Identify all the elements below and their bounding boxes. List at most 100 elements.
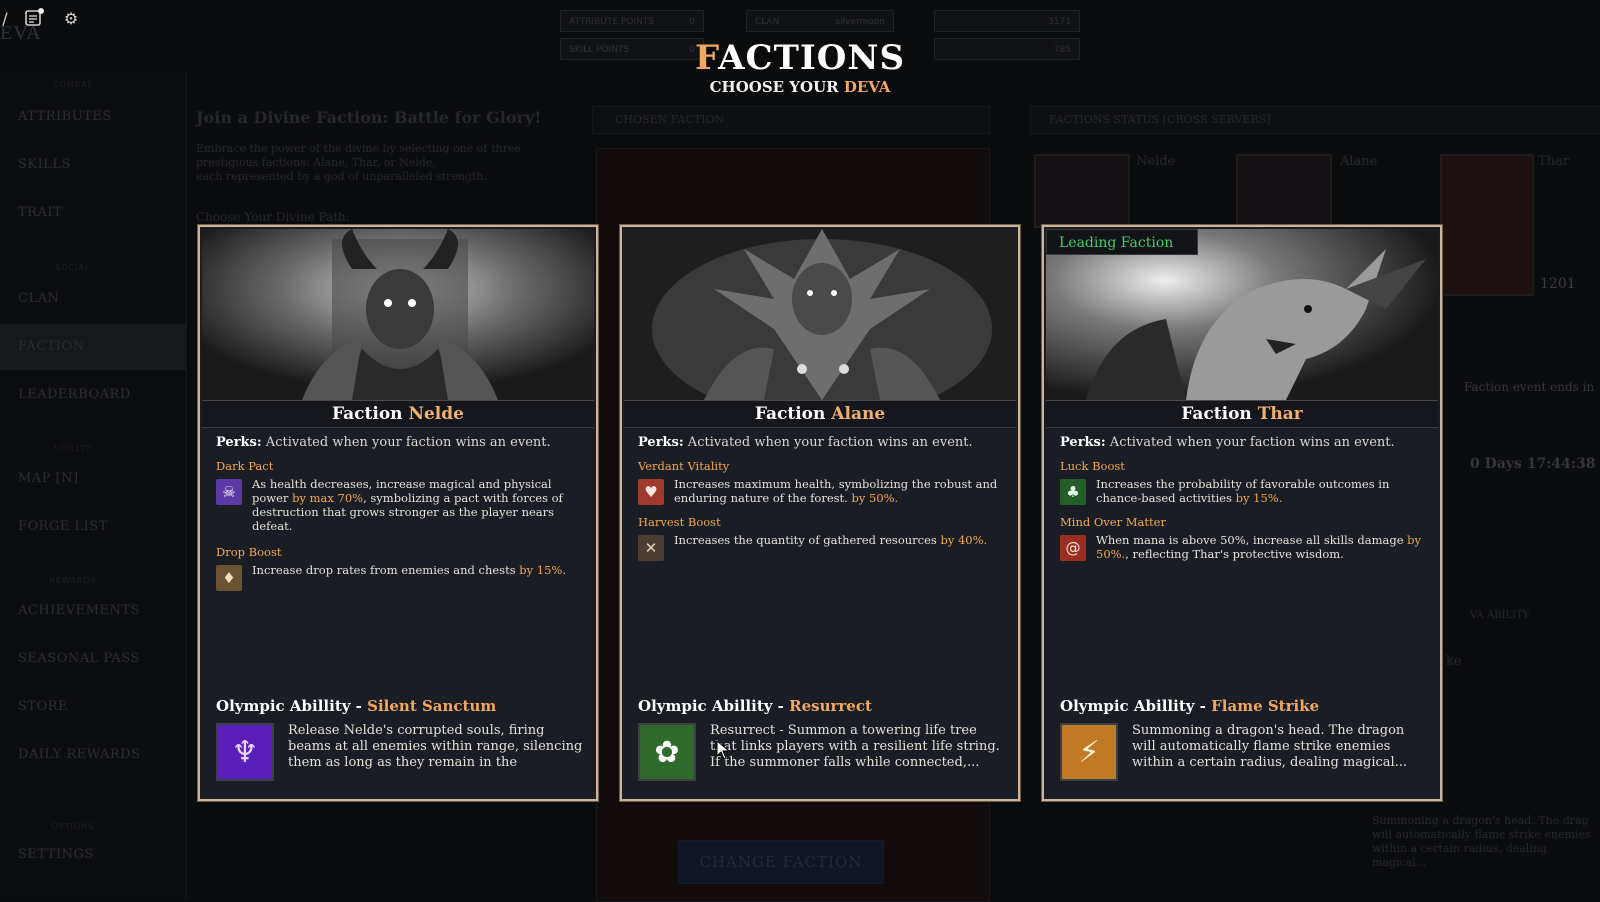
- faction-card-alane[interactable]: Faction Alane Perks: Activated when your…: [620, 225, 1020, 801]
- stat-value: silvermoon: [835, 17, 885, 27]
- perk-desc: Increases maximum health, symbolizing th…: [674, 477, 1004, 505]
- ability-desc: Summoning a dragon's head. The dragon wi…: [1132, 723, 1408, 770]
- bg-ability-label: VA ABILITY: [1470, 610, 1530, 621]
- sidebar: COMBAT ATTRIBUTES SKILLS TRAIT SOCIAL CL…: [0, 70, 187, 900]
- faction-card-nelde[interactable]: Faction Nelde Perks: Activated when your…: [198, 225, 598, 801]
- status-portrait-thar: [1440, 154, 1534, 296]
- perk-name: Harvest Boost: [638, 515, 721, 529]
- bg-desc-line: Summoning a dragon's head. The drag: [1372, 814, 1589, 827]
- ability-name: Resurrect: [789, 697, 872, 715]
- perk-highlight: by 40%.: [940, 533, 988, 547]
- sidebar-item-store[interactable]: STORE: [0, 684, 186, 730]
- sidebar-group-social: SOCIAL: [55, 263, 91, 272]
- card-title-prefix: Faction: [754, 404, 832, 424]
- perk-highlight: by max 70%: [292, 491, 364, 505]
- perk-desc-text: When mana is above 50%, increase all ski…: [1096, 533, 1408, 547]
- sidebar-group-options: OPTIONS: [51, 822, 95, 831]
- sidebar-item-clan[interactable]: CLAN: [0, 276, 186, 322]
- sidebar-item-faction[interactable]: FACTION: [0, 324, 186, 370]
- sidebar-group-rewards: REWARDS: [49, 576, 97, 585]
- event-ends-label: Faction event ends in: [1464, 380, 1595, 394]
- crossed-tools-icon: ✕: [638, 535, 664, 561]
- status-portrait-alane: [1236, 154, 1332, 228]
- bg-ability-desc: Summoning a dragon's head. The drag will…: [1372, 814, 1600, 870]
- bg-desc-line: within a certain radius, dealing magical…: [1372, 842, 1547, 869]
- chosen-faction-header: CHOSEN FACTION: [592, 106, 990, 134]
- sidebar-item-map[interactable]: MAP [N]: [0, 456, 186, 502]
- perk-desc: Increase drop rates from enemies and che…: [252, 563, 566, 577]
- attribute-points-stat: ATTRIBUTE POINTS 0: [560, 10, 704, 32]
- bg-desc-line: will automatically flame strike enemies: [1372, 828, 1591, 841]
- heart-icon: ♥: [638, 479, 664, 505]
- perk-desc-text: , reflecting Thar's protective wisdom.: [1125, 547, 1344, 561]
- status-name-thar: Thar: [1538, 154, 1570, 169]
- perks-text: Activated when your faction wins an even…: [683, 435, 973, 450]
- olympic-ability-title: Olympic Abillity - Silent Sanctum: [216, 697, 582, 715]
- perk-desc: Increases the probability of favorable o…: [1096, 477, 1426, 505]
- perk-highlight: by 50%.: [851, 491, 899, 505]
- sidebar-item-seasonal-pass[interactable]: SEASONAL PASS: [0, 636, 186, 682]
- change-faction-button[interactable]: CHANGE FACTION: [678, 840, 884, 884]
- treant-guardian-portrait: [624, 229, 1016, 400]
- perks-label: Perks:: [1060, 435, 1106, 450]
- corrupted-soul-icon[interactable]: ♆: [216, 723, 274, 781]
- sidebar-item-settings[interactable]: SETTINGS: [0, 832, 186, 878]
- gear-icon[interactable]: ⚙: [60, 8, 82, 30]
- leading-faction-badge: Leading Faction: [1046, 229, 1198, 255]
- perk-desc: When mana is above 50%, increase all ski…: [1096, 533, 1426, 561]
- page-subtitle: CHOOSE YOUR DEVA: [0, 78, 1600, 96]
- title-rest: ACTIONS: [718, 38, 906, 78]
- status-name-nelde: Nelde: [1136, 154, 1176, 169]
- page-title: FACTIONS: [0, 38, 1600, 78]
- horned-demon-king-portrait: [202, 229, 594, 400]
- join-heading: Join a Divine Faction: Battle for Glory!: [196, 108, 542, 127]
- card-title-prefix: Faction: [332, 404, 409, 424]
- faction-name: Nelde: [408, 404, 464, 424]
- faction-card-thar[interactable]: Leading Faction Faction Thar Perks: Acti…: [1042, 225, 1442, 801]
- faction-name: Alane: [831, 404, 886, 424]
- card-title-prefix: Faction: [1181, 404, 1258, 424]
- life-tree-icon[interactable]: ✿: [638, 723, 696, 781]
- ability-prefix: Olympic Abillity -: [1060, 697, 1212, 715]
- perk-desc: Increases the quantity of gathered resou…: [674, 533, 987, 547]
- intro-line: Embrace the power of the divine by selec…: [196, 142, 521, 155]
- ability-name: Silent Sanctum: [367, 697, 497, 715]
- olympic-ability-title: Olympic Abillity - Resurrect: [638, 697, 1004, 715]
- perk-name: Luck Boost: [1060, 459, 1125, 473]
- mouse-cursor-icon: [716, 740, 730, 760]
- sidebar-item-attributes[interactable]: ATTRIBUTES: [0, 94, 186, 140]
- gold-stat: 3171: [934, 10, 1080, 32]
- perks-line: Perks: Activated when your faction wins …: [216, 435, 582, 450]
- perks-text: Activated when your faction wins an even…: [1105, 435, 1395, 450]
- perk-desc-text: Increase drop rates from enemies and che…: [252, 563, 520, 577]
- sidebar-item-achievements[interactable]: ACHIEVEMENTS: [0, 588, 186, 634]
- olympic-ability: ✿ Resurrect - Summon a towering life tre…: [638, 723, 1006, 781]
- perks-line: Perks: Activated when your faction wins …: [1060, 435, 1426, 450]
- claw-slash-icon[interactable]: ⚡: [1060, 723, 1118, 781]
- loot-sack-icon: ♦: [216, 565, 242, 591]
- perk-desc-text: Increases the quantity of gathered resou…: [674, 533, 941, 547]
- stat-label: ATTRIBUTE POINTS: [569, 17, 655, 27]
- sidebar-item-leaderboard[interactable]: LEADERBOARD: [0, 372, 186, 418]
- perk-mind-over-matter: Mind Over Matter @ When mana is above 50…: [1060, 515, 1426, 561]
- perk-luck-boost: Luck Boost ♣ Increases the probability o…: [1060, 459, 1426, 505]
- ability-name: Flame Strike: [1211, 697, 1320, 715]
- sidebar-item-skills[interactable]: SKILLS: [0, 142, 186, 188]
- ability-prefix: Olympic Abillity -: [216, 697, 368, 715]
- sidebar-item-trait[interactable]: TRAIT: [0, 190, 186, 236]
- perks-text: Activated when your faction wins an even…: [261, 435, 551, 450]
- sidebar-group-combat: COMBAT: [52, 80, 93, 89]
- perk-highlight: by 15%: [519, 563, 563, 577]
- sidebar-item-daily-rewards[interactable]: DAILY REWARDS: [0, 732, 186, 778]
- bg-ability-fragment: ke: [1446, 654, 1462, 669]
- faction-name: Thar: [1257, 404, 1303, 424]
- swirl-icon: @: [1060, 535, 1086, 561]
- olympic-ability: ⚡ Summoning a dragon's head. The dragon …: [1060, 723, 1428, 781]
- perk-desc-text: Increases maximum health, symbolizing th…: [674, 477, 998, 505]
- perk-name: Mind Over Matter: [1060, 515, 1166, 529]
- sidebar-item-forge-list[interactable]: FORGE LIST: [0, 504, 186, 550]
- olympic-ability-title: Olympic Abillity - Flame Strike: [1060, 697, 1426, 715]
- title-first-letter: F: [694, 38, 719, 78]
- sidebar-group-utility: UTILITY: [54, 444, 92, 453]
- stat-value: 0: [689, 17, 695, 27]
